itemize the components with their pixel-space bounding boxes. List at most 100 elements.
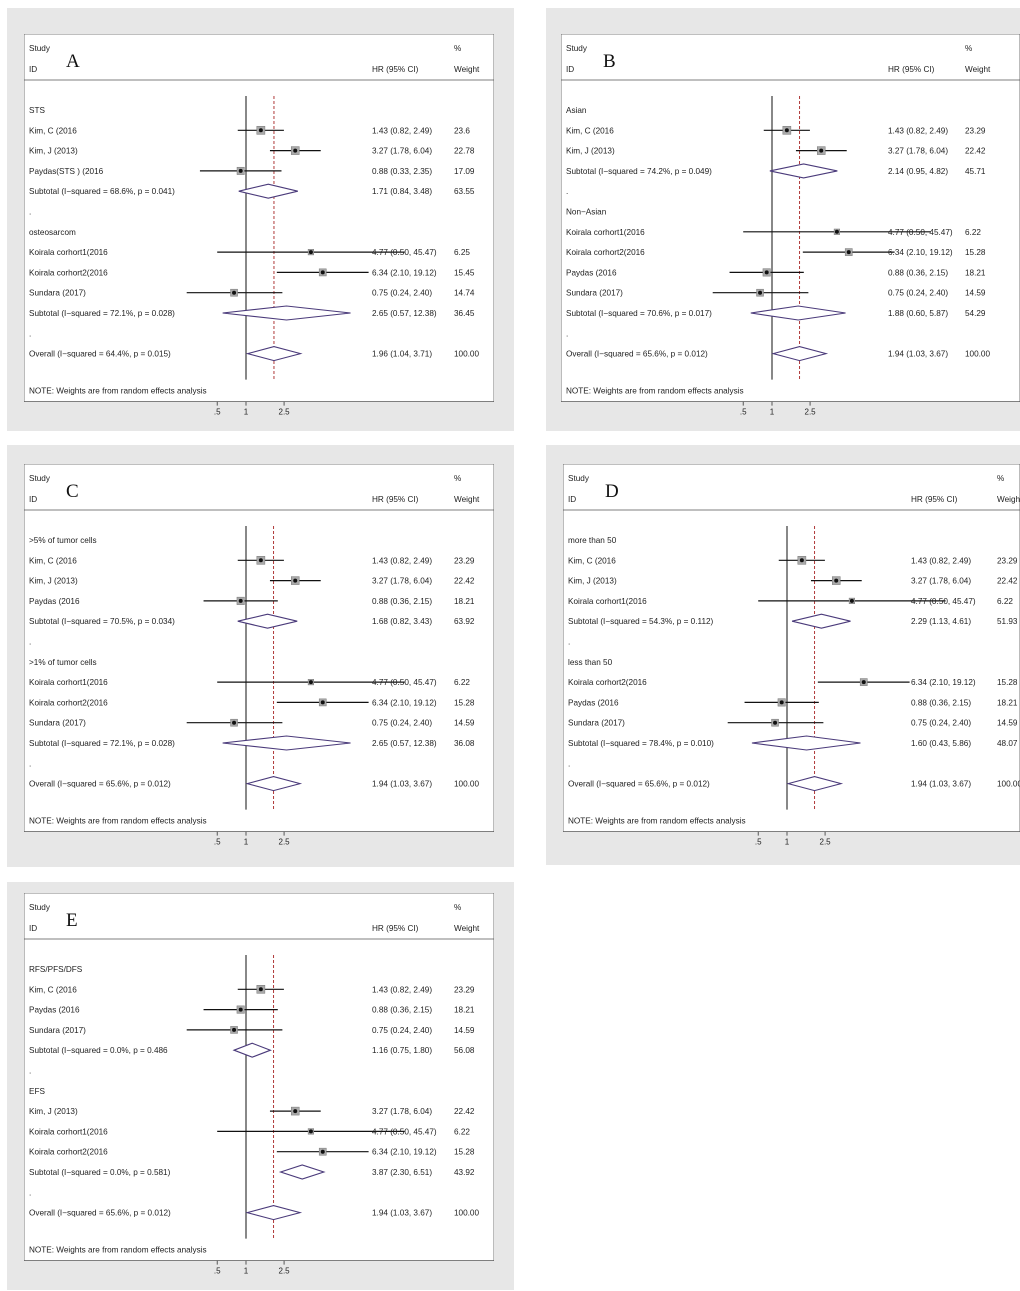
hr-ci-text: 0.75 (0.24, 2.40) [372, 719, 432, 728]
point-estimate [758, 290, 763, 295]
point-estimate [258, 128, 263, 133]
row-label: >1% of tumor cells [29, 658, 97, 667]
row-label: . [29, 759, 31, 768]
point-estimate [293, 1109, 298, 1114]
hr-ci-text: 2.14 (0.95, 4.82) [888, 167, 948, 176]
hr-ci-text: 1.88 (0.60, 5.87) [888, 309, 948, 318]
x-tick-label: 1 [244, 1267, 249, 1276]
point-estimate [320, 700, 325, 705]
x-tick-label: .5 [214, 1267, 221, 1276]
hr-ci-text: 1.68 (0.82, 3.43) [372, 617, 432, 626]
point-estimate [773, 720, 778, 725]
point-estimate [232, 290, 237, 295]
x-tick-label: 1 [244, 408, 249, 417]
row-label: . [29, 329, 31, 338]
row-label: Kim, J (2013) [29, 147, 78, 156]
weight-text: 18.21 [997, 698, 1018, 707]
weight-text: 100.00 [454, 780, 479, 789]
panel-letter: D [605, 481, 619, 502]
point-estimate [320, 1149, 325, 1154]
plot-frame [24, 893, 494, 1261]
row-label: Subtotal (I−squared = 70.5%, p = 0.034) [29, 617, 175, 626]
row-label: Koirala corhort2(2016 [29, 698, 108, 707]
hr-ci-text: 1.94 (1.03, 3.67) [372, 1209, 432, 1218]
header-id: ID [566, 65, 574, 74]
x-tick-label: .5 [755, 838, 762, 847]
weight-text: 14.59 [997, 719, 1018, 728]
header-id: ID [29, 495, 37, 504]
header-percent: % [997, 474, 1004, 483]
point-estimate [238, 598, 243, 603]
row-label: Subtotal (I−squared = 72.1%, p = 0.028) [29, 739, 175, 748]
row-label: Paydas (2016 [566, 268, 617, 277]
hr-ci-text: 0.88 (0.36, 2.15) [911, 698, 971, 707]
weight-text: 6.22 [454, 1127, 470, 1136]
point-estimate [834, 229, 839, 234]
forest-plot-b-svg: Study ID HR (95% CI)% Weight B Asian Kim, C (2… [561, 34, 1020, 417]
point-estimate [784, 128, 789, 133]
weight-text: 22.42 [965, 147, 986, 156]
row-label: RFS/PFS/DFS [29, 965, 83, 974]
hr-ci-text: 1.16 (0.75, 1.80) [372, 1046, 432, 1055]
hr-ci-text: 1.94 (1.03, 3.67) [911, 780, 971, 789]
row-label: . [566, 329, 568, 338]
row-label: Non−Asian [566, 208, 607, 217]
header-percent: % [454, 44, 461, 53]
x-tick-label: .5 [214, 408, 221, 417]
row-label: osteosarcom [29, 228, 76, 237]
weight-text: 23.29 [965, 126, 986, 135]
weight-text: 22.42 [997, 577, 1018, 586]
x-tick-label: 2.5 [279, 408, 291, 417]
row-label: Paydas (2016 [568, 698, 619, 707]
x-tick-label: .5 [740, 408, 747, 417]
weight-text: 100.00 [965, 350, 990, 359]
hr-ci-text: 6.34 (2.10, 19.12) [911, 678, 976, 687]
x-tick-label: 1 [770, 408, 775, 417]
hr-ci-text: 1.60 (0.43, 5.86) [911, 739, 971, 748]
x-tick-label: .5 [214, 838, 221, 847]
row-label: . [568, 638, 570, 647]
point-estimate [293, 578, 298, 583]
header-weight: Weight [454, 65, 480, 74]
row-label: Koirala corhort1(2016 [29, 1127, 108, 1136]
hr-ci-text: 2.65 (0.57, 12.38) [372, 739, 437, 748]
hr-ci-text: 4.77 (0.50, 45.47) [372, 248, 437, 257]
header-percent: % [965, 44, 972, 53]
weight-text: 17.09 [454, 167, 475, 176]
row-label: less than 50 [568, 658, 613, 667]
hr-ci-text: 0.88 (0.33, 2.35) [372, 167, 432, 176]
hr-ci-text: 4.77 (0.50, 45.47) [372, 1127, 437, 1136]
row-label: Subtotal (I−squared = 54.3%, p = 0.112) [568, 617, 714, 626]
weight-text: 22.42 [454, 1107, 475, 1116]
point-estimate [834, 578, 839, 583]
header-study: Study [568, 474, 590, 483]
row-label: Subtotal (I−squared = 72.1%, p = 0.028) [29, 309, 175, 318]
weight-text: 14.59 [454, 1026, 475, 1035]
row-label: . [29, 1188, 31, 1197]
row-label: >5% of tumor cells [29, 536, 97, 545]
weight-text: 63.55 [454, 187, 475, 196]
row-label: Subtotal (I−squared = 0.0%, p = 0.486 [29, 1046, 168, 1055]
hr-ci-text: 3.27 (1.78, 6.04) [911, 577, 971, 586]
hr-ci-text: 0.88 (0.36, 2.15) [372, 1006, 432, 1015]
forest-plot-a: Study ID HR (95% CI)% Weight A STS Kim, C (201… [24, 34, 494, 418]
weight-text: 6.22 [454, 678, 470, 687]
hr-ci-text: 4.77 (0.50, 45.47) [888, 228, 953, 237]
forest-plot-d-svg: Study ID HR (95% CI)% Weight Dmore than 50 Ki… [563, 464, 1020, 847]
weight-text: 23.6 [454, 126, 470, 135]
hr-ci-text: 1.43 (0.82, 2.49) [372, 126, 432, 135]
header-weight: Weight [997, 495, 1020, 504]
plot-frame [561, 34, 1020, 402]
weight-text: 22.78 [454, 147, 475, 156]
weight-text: 100.00 [454, 1209, 479, 1218]
hr-ci-text: 6.34 (2.10, 19.12) [372, 268, 437, 277]
row-label: Koirala corhort2(2016 [29, 268, 108, 277]
row-label: . [566, 187, 568, 196]
row-label: Subtotal (I−squared = 78.4%, p = 0.010) [568, 739, 714, 748]
weight-text: 45.71 [965, 167, 986, 176]
point-estimate [232, 1027, 237, 1032]
x-tick-label: 2.5 [279, 1267, 291, 1276]
row-label: Asian [566, 106, 587, 115]
row-label: Overall (I−squared = 65.6%, p = 0.012) [566, 350, 708, 359]
row-label: Koirala corhort2(2016 [568, 678, 647, 687]
